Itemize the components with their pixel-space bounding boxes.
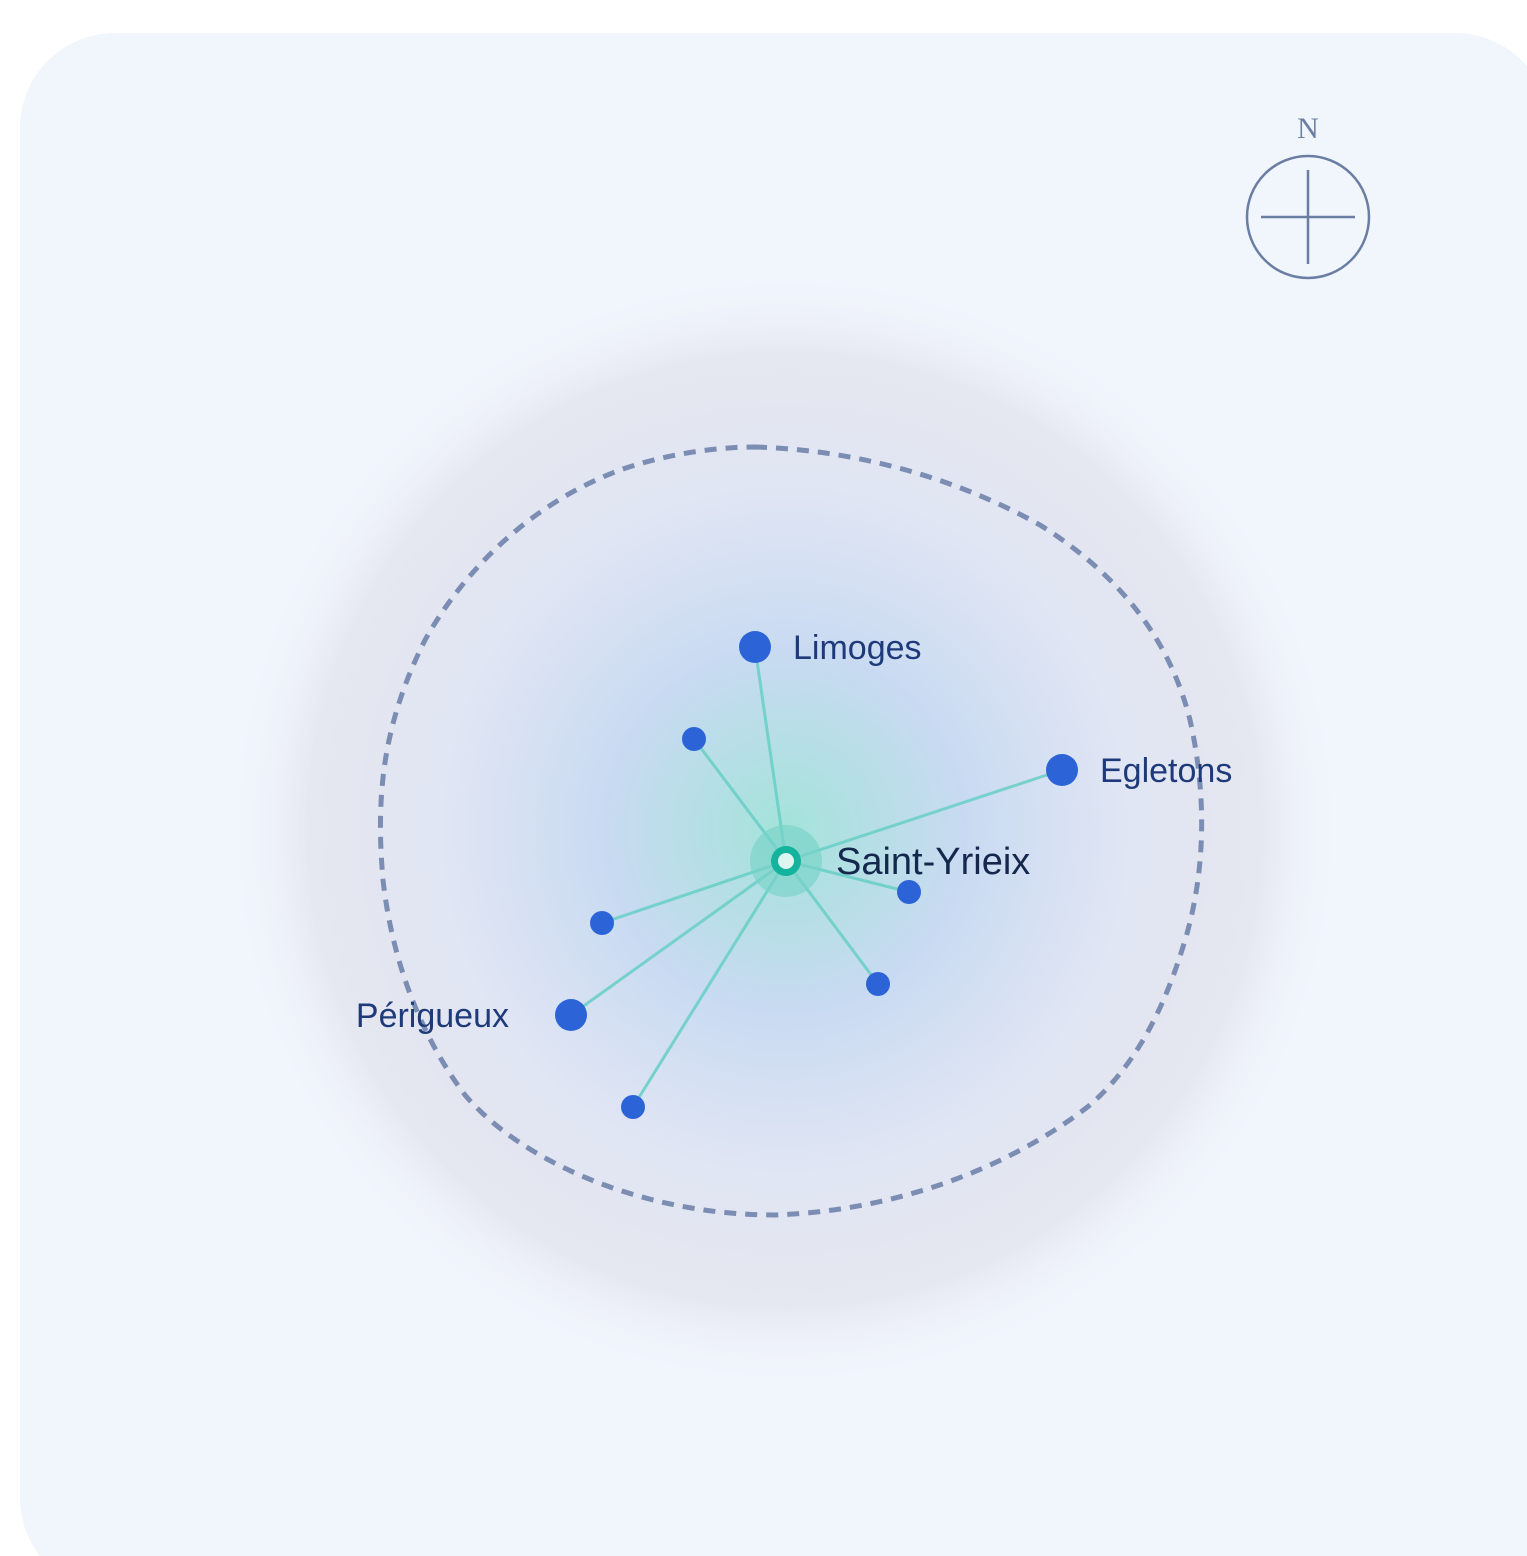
hub-label: Saint-Yrieix xyxy=(836,841,1030,883)
map-canvas: Saint-Yrieix Limoges Egletons Périgueux N xyxy=(20,33,1527,1556)
destination-node-unnamed-5[interactable] xyxy=(590,911,614,935)
hub-core xyxy=(778,853,794,869)
compass-north-label: N xyxy=(1297,112,1319,145)
hub-marker[interactable] xyxy=(750,825,822,897)
destination-node-p-rigueux[interactable] xyxy=(555,999,587,1031)
destination-node-unnamed-4[interactable] xyxy=(897,880,921,904)
destination-node-egletons[interactable] xyxy=(1046,754,1078,786)
city-label-limoges: Limoges xyxy=(793,629,922,667)
city-label-p-rigueux: Périgueux xyxy=(356,997,509,1035)
destination-node-unnamed-3[interactable] xyxy=(682,727,706,751)
destination-node-unnamed-7[interactable] xyxy=(621,1095,645,1119)
destination-node-unnamed-6[interactable] xyxy=(866,972,890,996)
city-label-egletons: Egletons xyxy=(1100,752,1232,790)
destination-node-limoges[interactable] xyxy=(739,631,771,663)
